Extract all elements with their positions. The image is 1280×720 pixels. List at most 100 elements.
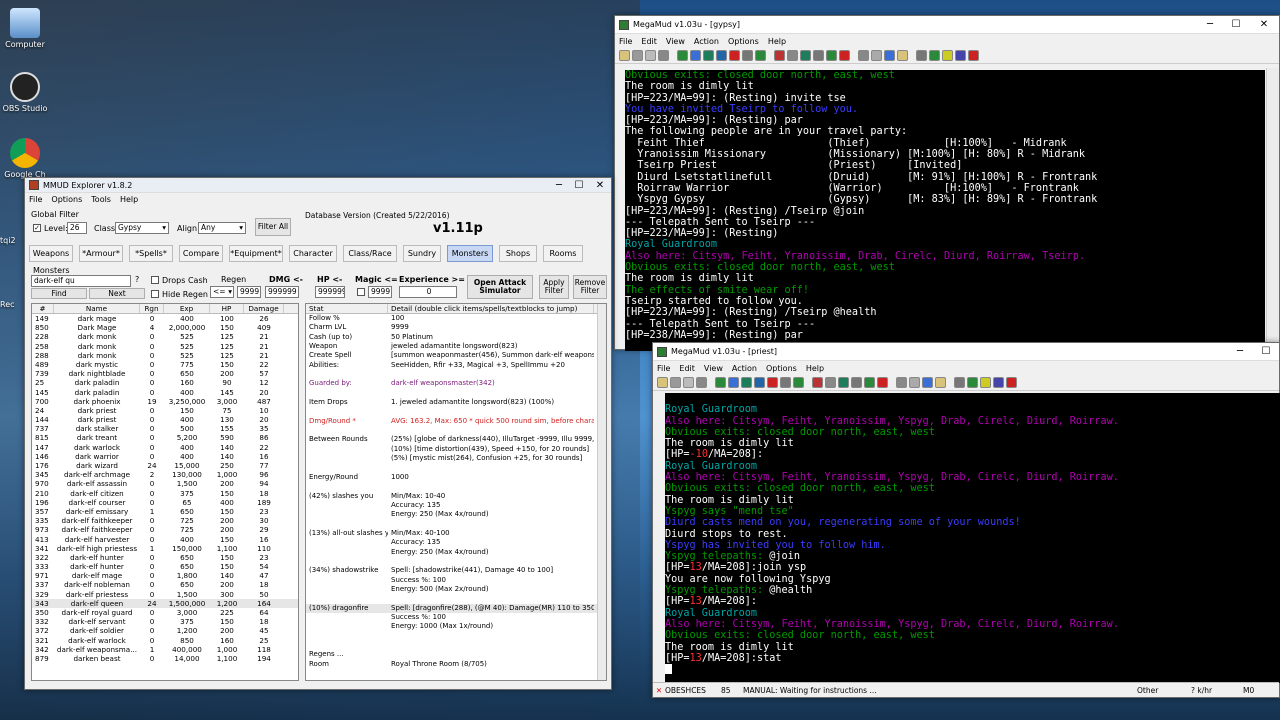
table-row[interactable]: 413 dark-elf harvester 0 400 150 16 xyxy=(32,535,298,544)
toolbar-button-icon[interactable] xyxy=(1006,377,1017,388)
magic-input[interactable]: 9999 xyxy=(368,286,392,298)
table-row[interactable]: 337 dark-elf nobleman 0 650 200 18 xyxy=(32,580,298,589)
regen-operator-select[interactable]: <= ▾ xyxy=(210,286,234,298)
table-row[interactable]: 879 darken beast 0 14,000 1,100 194 xyxy=(32,654,298,663)
monster-detail-list[interactable]: Stat Detail (double click items/spells/t… xyxy=(305,303,607,681)
table-row[interactable]: 342 dark-elf weaponsma... 1 400,000 1,000 118 xyxy=(32,645,298,654)
tab-armour[interactable]: *Armour* xyxy=(79,245,123,262)
detail-row[interactable] xyxy=(306,370,606,379)
align-select[interactable]: Any ▾ xyxy=(198,222,246,234)
table-row[interactable]: 329 dark-elf priestess 0 1,500 300 50 xyxy=(32,590,298,599)
toolbar-button-icon[interactable] xyxy=(658,50,669,61)
level-checkbox[interactable]: ✓ xyxy=(33,224,41,232)
menu-action[interactable]: Action xyxy=(694,37,719,46)
table-row[interactable]: 850 Dark Mage 4 2,000,000 150 409 xyxy=(32,323,298,332)
detail-row[interactable]: (42%) slashes you Min/Max: 10-40 xyxy=(306,492,606,501)
table-row[interactable]: 335 dark-elf faithkeeper 0 725 200 30 xyxy=(32,516,298,525)
menu-help[interactable]: Help xyxy=(120,195,138,204)
toolbar-button-icon[interactable] xyxy=(942,50,953,61)
menu-view[interactable]: View xyxy=(666,37,685,46)
close-icon[interactable]: ✕ xyxy=(589,178,611,192)
table-row[interactable]: 25 dark paladin 0 160 90 12 xyxy=(32,378,298,387)
toolbar-button-icon[interactable] xyxy=(690,50,701,61)
toolbar-button-icon[interactable] xyxy=(683,377,694,388)
search-help-icon[interactable]: ? xyxy=(135,275,139,284)
toolbar-button-icon[interactable] xyxy=(967,377,978,388)
toolbar-button-icon[interactable] xyxy=(800,50,811,61)
table-row[interactable]: 815 dark treant 0 5,200 590 86 xyxy=(32,433,298,442)
apply-filter-button[interactable]: Apply Filter xyxy=(539,275,569,299)
toolbar-button-icon[interactable] xyxy=(909,377,920,388)
column-header-stat[interactable]: Stat xyxy=(306,304,388,313)
toolbar-button-icon[interactable] xyxy=(839,50,850,61)
monster-search-input[interactable]: dark-elf qu xyxy=(31,275,131,287)
toolbar-button-icon[interactable] xyxy=(877,377,888,388)
table-row[interactable]: 343 dark-elf queen 24 1,500,000 1,200 164 xyxy=(32,598,298,608)
detail-row[interactable]: Create Spell [summon weaponmaster(456), S… xyxy=(306,351,606,360)
tab-character[interactable]: Character xyxy=(289,245,337,262)
detail-row[interactable]: (34%) shadowstrike Spell: [shadowstrike(4… xyxy=(306,566,606,575)
detail-row[interactable]: Between Rounds (25%) [globe of darkness(4… xyxy=(306,435,606,444)
tab-classrace[interactable]: Class/Race xyxy=(343,245,397,262)
toolbar-button-icon[interactable] xyxy=(780,377,791,388)
toolbar-button-icon[interactable] xyxy=(774,50,785,61)
toolbar-button-icon[interactable] xyxy=(619,50,630,61)
table-row[interactable]: 258 dark monk 0 525 125 21 xyxy=(32,342,298,351)
table-row[interactable]: 146 dark warrior 0 400 140 16 xyxy=(32,452,298,461)
terminal-output[interactable]: Royal Guardroom Also here: Citsym, Feiht,… xyxy=(665,393,1280,683)
toolbar-button-icon[interactable] xyxy=(813,50,824,61)
desktop-icon-tqi2[interactable]: tqi2 xyxy=(0,236,24,245)
toolbar-button-icon[interactable] xyxy=(825,377,836,388)
detail-row[interactable] xyxy=(306,557,606,566)
close-icon[interactable]: ✕ xyxy=(1249,16,1279,33)
column-header-detail[interactable]: Detail (double click items/spells/textbl… xyxy=(388,304,594,313)
tab-compare[interactable]: Compare xyxy=(179,245,223,262)
toolbar-button-icon[interactable] xyxy=(935,377,946,388)
desktop-icon-obs[interactable]: OBS Studio xyxy=(0,72,50,113)
remove-filter-button[interactable]: Remove Filter xyxy=(573,275,607,299)
table-row[interactable]: 144 dark priest 0 400 130 20 xyxy=(32,415,298,424)
column-header-name[interactable]: Name xyxy=(54,304,140,313)
toolbar-button-icon[interactable] xyxy=(728,377,739,388)
toolbar-button-icon[interactable] xyxy=(703,50,714,61)
detail-row[interactable] xyxy=(306,594,606,603)
detail-row[interactable] xyxy=(306,464,606,473)
title-bar[interactable]: MegaMud v1.03u - [priest] ─ ☐ xyxy=(653,343,1279,361)
detail-row[interactable]: Room Royal Throne Room (8/705) xyxy=(306,660,606,669)
table-row[interactable]: 739 dark nightblade 0 650 200 57 xyxy=(32,369,298,378)
next-button[interactable]: Next xyxy=(89,288,145,299)
toolbar-button-icon[interactable] xyxy=(645,50,656,61)
maximize-icon[interactable]: ☐ xyxy=(1223,16,1249,33)
toolbar-button-icon[interactable] xyxy=(715,377,726,388)
detail-row[interactable] xyxy=(306,407,606,416)
toolbar-button-icon[interactable] xyxy=(916,50,927,61)
toolbar-button-icon[interactable] xyxy=(955,50,966,61)
toolbar-button-icon[interactable] xyxy=(696,377,707,388)
minimize-icon[interactable]: ─ xyxy=(549,178,569,192)
hp-input[interactable]: 999999 xyxy=(315,286,345,298)
tab-rooms[interactable]: Rooms xyxy=(543,245,583,262)
column-header-regen[interactable]: Rgn xyxy=(140,304,164,313)
toolbar-button-icon[interactable] xyxy=(980,377,991,388)
table-row[interactable]: 971 dark-elf mage 0 1,800 140 47 xyxy=(32,571,298,580)
detail-row[interactable]: Weapon jeweled adamantite longsword(823) xyxy=(306,342,606,351)
detail-row[interactable]: Dmg/Round * AVG: 163.2, Max: 650 * quick … xyxy=(306,417,606,426)
open-attack-simulator-button[interactable]: Open Attack Simulator xyxy=(467,275,533,299)
menu-edit[interactable]: Edit xyxy=(641,37,657,46)
menu-options[interactable]: Options xyxy=(728,37,759,46)
toolbar-button-icon[interactable] xyxy=(851,377,862,388)
minimize-icon[interactable]: ─ xyxy=(1227,343,1253,360)
toolbar-button-icon[interactable] xyxy=(954,377,965,388)
menu-options[interactable]: Options xyxy=(51,195,82,204)
detail-row[interactable] xyxy=(306,632,606,641)
drops-cash-checkbox[interactable] xyxy=(151,276,159,284)
column-header-hp[interactable]: HP xyxy=(210,304,244,313)
detail-row[interactable] xyxy=(306,482,606,491)
table-row[interactable]: 737 dark stalker 0 500 155 35 xyxy=(32,424,298,433)
detail-scrollbar[interactable] xyxy=(597,304,606,680)
desktop-icon-computer[interactable]: Computer xyxy=(0,8,50,49)
tab-spells[interactable]: *Spells* xyxy=(129,245,173,262)
detail-row[interactable]: Energy: 500 (Max 2x/round) xyxy=(306,585,606,594)
detail-row[interactable]: Energy: 250 (Max 4x/round) xyxy=(306,510,606,519)
toolbar-button-icon[interactable] xyxy=(632,50,643,61)
